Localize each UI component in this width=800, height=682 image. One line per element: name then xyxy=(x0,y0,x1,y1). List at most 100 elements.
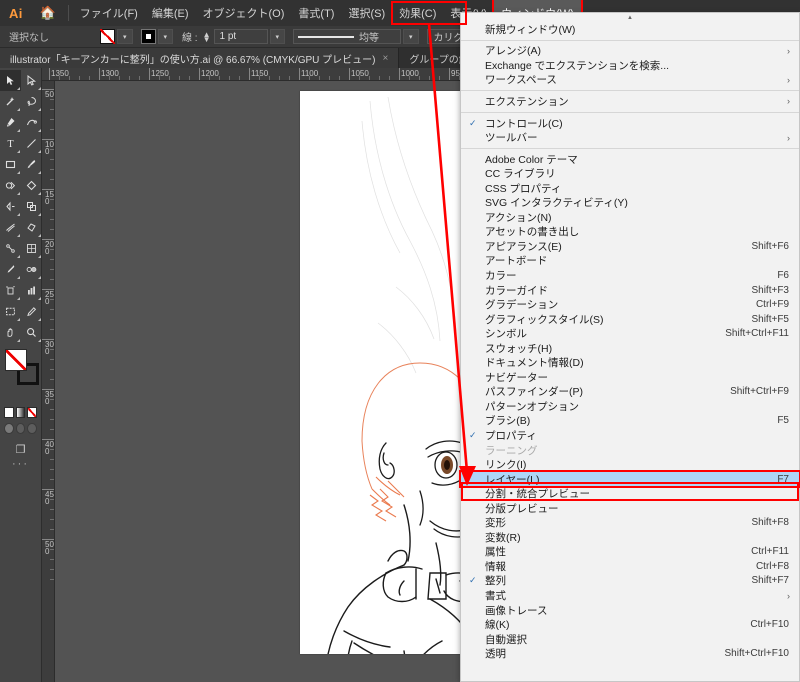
draw-normal-icon[interactable] xyxy=(4,423,14,434)
puppet-warp-tool[interactable] xyxy=(0,238,21,259)
rectangle-tool[interactable] xyxy=(0,154,21,175)
menu-item-1-0[interactable]: アレンジ(A) › xyxy=(461,44,799,59)
menu-item-4-4[interactable]: アクション(N) xyxy=(461,210,799,225)
stroke-weight-field[interactable]: 1 pt xyxy=(213,29,268,44)
menu-item-4-12[interactable]: シンボル Shift+Ctrl+F11 xyxy=(461,326,799,341)
menu-item-4-9[interactable]: カラーガイド Shift+F3 xyxy=(461,283,799,298)
menu-item-4-29[interactable]: ✓ 整列 Shift+F7 xyxy=(461,574,799,589)
menu-item-4-0[interactable]: Adobe Color テーマ xyxy=(461,152,799,167)
menu-item-4-32[interactable]: 線(K) Ctrl+F10 xyxy=(461,617,799,632)
hand-tool[interactable] xyxy=(0,322,21,343)
draw-inside-icon[interactable] xyxy=(27,423,38,434)
stroke-profile-select[interactable]: 均等 xyxy=(293,29,402,44)
menu-item-2-0[interactable]: エクステンション › xyxy=(461,94,799,109)
menu-item-4-24[interactable]: 分版プレビュー xyxy=(461,501,799,516)
menu-item-4-34[interactable]: 透明 Shift+Ctrl+F10 xyxy=(461,646,799,661)
menu-item-1-2[interactable]: ワークスペース › xyxy=(461,73,799,88)
menu-item-4-22[interactable]: レイヤー(L) F7 xyxy=(459,469,800,489)
fill-color-swatch[interactable] xyxy=(5,349,27,371)
menu-item-3-1[interactable]: ツールバー › xyxy=(461,130,799,145)
stroke-profile-chevron-icon[interactable]: ▾ xyxy=(403,29,419,44)
free-transform-tool[interactable] xyxy=(21,217,42,238)
stroke-weight-chevron-icon[interactable]: ▾ xyxy=(269,29,286,44)
menu-scroll-up-arrow-icon[interactable]: ▲ xyxy=(461,13,799,22)
menubar-item-3[interactable]: 書式(T) xyxy=(291,0,341,26)
width-tool[interactable] xyxy=(0,217,21,238)
menu-item-0-0[interactable]: 新規ウィンドウ(W) xyxy=(461,22,799,37)
slice-tool[interactable] xyxy=(21,301,42,322)
symbol-sprayer-tool[interactable] xyxy=(0,280,21,301)
menubar-item-1[interactable]: 編集(E) xyxy=(145,0,196,26)
menubar-item-0[interactable]: ファイル(F) xyxy=(73,0,145,26)
menu-item-4-16[interactable]: パスファインダー(P) Shift+Ctrl+F9 xyxy=(461,385,799,400)
stroke-stepper-icon[interactable]: ▲ ▼ xyxy=(203,30,211,43)
shape-builder-tool[interactable] xyxy=(21,175,42,196)
menu-item-4-17[interactable]: パターンオプション xyxy=(461,399,799,414)
menu-item-1-1[interactable]: Exchange でエクステンションを検索... xyxy=(461,58,799,73)
window-menu-dropdown[interactable]: ▲ 新規ウィンドウ(W) アレンジ(A) › Exchange でエクステンションを検… xyxy=(459,12,800,682)
close-icon[interactable]: × xyxy=(383,53,389,64)
magic-wand-tool[interactable] xyxy=(0,91,21,112)
shaper-tool[interactable] xyxy=(0,175,21,196)
stroke-swatch-control[interactable] xyxy=(140,29,156,44)
selection-tool[interactable] xyxy=(0,70,21,91)
menubar-item-5[interactable]: 効果(C) xyxy=(392,0,443,26)
blend-tool[interactable] xyxy=(21,259,42,280)
type-tool[interactable]: T xyxy=(0,133,21,154)
menu-item-4-31[interactable]: 画像トレース xyxy=(461,603,799,618)
artboard[interactable] xyxy=(300,91,476,654)
menu-item-4-28[interactable]: 情報 Ctrl+F8 xyxy=(461,559,799,574)
rotate-tool[interactable] xyxy=(0,196,21,217)
menu-item-4-6[interactable]: アピアランス(E) Shift+F6 xyxy=(461,239,799,254)
menubar-item-4[interactable]: 選択(S) xyxy=(341,0,392,26)
line-segment-tool[interactable] xyxy=(21,133,42,154)
menu-item-4-30[interactable]: 書式 › xyxy=(461,588,799,603)
vertical-ruler[interactable]: 50 100 150 200 250 300 350 400 450 500 xyxy=(42,81,55,682)
lasso-tool[interactable] xyxy=(21,91,42,112)
menu-item-4-2[interactable]: CSS プロパティ xyxy=(461,181,799,196)
menu-item-4-8[interactable]: カラー F6 xyxy=(461,268,799,283)
eyedropper-tool[interactable] xyxy=(0,259,21,280)
menu-item-4-19[interactable]: ✓ プロパティ xyxy=(461,428,799,443)
screen-mode-icon[interactable]: ❐ xyxy=(0,437,41,458)
menu-item-4-23[interactable]: 分割・統合プレビュー xyxy=(461,486,799,501)
column-graph-tool[interactable] xyxy=(21,280,42,301)
menu-item-4-13[interactable]: スウォッチ(H) xyxy=(461,341,799,356)
scale-tool[interactable] xyxy=(21,196,42,217)
home-icon[interactable]: 🏠 xyxy=(32,5,64,21)
menu-item-4-1[interactable]: CC ライブラリ xyxy=(461,166,799,181)
menu-item-4-14[interactable]: ドキュメント情報(D) xyxy=(461,355,799,370)
draw-behind-icon[interactable] xyxy=(15,423,26,434)
curvature-tool[interactable] xyxy=(21,112,42,133)
menu-item-4-11[interactable]: グラフィックスタイル(S) Shift+F5 xyxy=(461,312,799,327)
pen-tool[interactable] xyxy=(0,112,21,133)
menu-item-4-5[interactable]: アセットの書き出し xyxy=(461,225,799,240)
more-tools-button[interactable]: ··· xyxy=(0,458,41,470)
menu-item-shortcut: F6 xyxy=(777,269,789,281)
menu-item-4-25[interactable]: 変形 Shift+F8 xyxy=(461,516,799,531)
gradient-icon[interactable] xyxy=(15,407,26,418)
menu-item-4-3[interactable]: SVG インタラクティビティ(Y) xyxy=(461,195,799,210)
menu-item-3-0[interactable]: ✓ コントロール(C) xyxy=(461,116,799,131)
menu-item-4-26[interactable]: 変数(R) xyxy=(461,530,799,545)
zoom-tool[interactable] xyxy=(21,322,42,343)
menu-item-4-18[interactable]: ブラシ(B) F5 xyxy=(461,414,799,429)
none-color-icon[interactable] xyxy=(27,407,38,418)
gradient-mesh-tool[interactable] xyxy=(21,238,42,259)
menu-item-4-33[interactable]: 自動選択 xyxy=(461,632,799,647)
document-tab-0[interactable]: illustrator「キーアンカーに整列」の使い方.ai @ 66.67% (… xyxy=(0,48,400,68)
paintbrush-tool[interactable] xyxy=(21,154,42,175)
menu-item-4-7[interactable]: アートボード xyxy=(461,254,799,269)
menu-item-4-20[interactable]: ラーニング xyxy=(461,443,799,458)
stroke-dropdown-chevron-icon[interactable]: ▾ xyxy=(157,29,174,44)
menu-item-4-27[interactable]: 属性 Ctrl+F11 xyxy=(461,545,799,560)
fill-swatch-control[interactable] xyxy=(100,29,115,44)
menu-item-4-10[interactable]: グラデーション Ctrl+F9 xyxy=(461,297,799,312)
menubar-item-2[interactable]: オブジェクト(O) xyxy=(196,0,292,26)
direct-selection-tool[interactable] xyxy=(21,70,42,91)
menu-item-4-15[interactable]: ナビゲーター xyxy=(461,370,799,385)
menu-item-4-21[interactable]: リンク(I) xyxy=(461,457,799,472)
artboard-tool[interactable] xyxy=(0,301,21,322)
solid-color-icon[interactable] xyxy=(4,407,14,418)
fill-dropdown-chevron-icon[interactable]: ▾ xyxy=(117,29,133,44)
